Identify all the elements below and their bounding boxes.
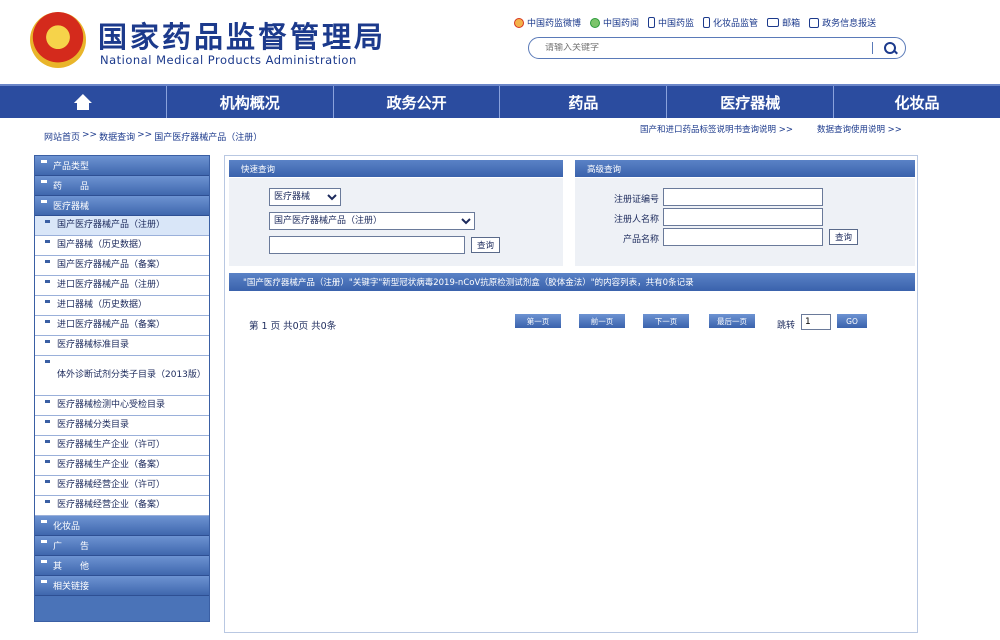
- reg-number-label: 注册证编号: [613, 195, 659, 205]
- next-page-button[interactable]: 下一页: [643, 314, 689, 328]
- nav-home[interactable]: [0, 86, 167, 118]
- phone-icon: [648, 17, 656, 28]
- quick-search-panel: 医疗器械 国产医疗器械产品（注册） 查询: [229, 178, 563, 266]
- sidebar-item-production-filed[interactable]: 医疗器械生产企业（备案）: [35, 456, 209, 476]
- keyword-input[interactable]: [269, 236, 465, 254]
- weibo-icon: [514, 17, 524, 28]
- mail-icon: [767, 18, 780, 27]
- main-nav: 机构概况 政务公开 药品 医疗器械 化妆品: [0, 84, 1000, 118]
- quick-search-header: 快速查询: [229, 160, 563, 177]
- advanced-search-panel: 注册证编号 注册人名称 产品名称 查询: [575, 178, 915, 266]
- crumb-current: 国产医疗器械产品（注册）: [154, 133, 263, 143]
- jump-page-input[interactable]: [801, 314, 831, 330]
- search-icon[interactable]: [883, 41, 897, 55]
- nav-government-affairs[interactable]: 政务公开: [334, 86, 501, 118]
- site-subtitle: National Medical Products Administration: [100, 53, 357, 67]
- label-instructions-link[interactable]: 国产和进口药品标签说明书查询说明 >>: [640, 123, 793, 135]
- reg-number-input[interactable]: [663, 188, 823, 206]
- top-links: 中国药监微博 中国药闻 中国药监 化妆品监管 邮箱 政务信息报送: [514, 16, 876, 29]
- phone-icon: [703, 17, 711, 28]
- breadcrumb: 网站首页 >> 数据查询 >> 国产医疗器械产品（注册）: [44, 130, 263, 143]
- prev-page-button[interactable]: 前一页: [579, 314, 625, 328]
- sidebar-item-import-filed[interactable]: 进口医疗器械产品（备案）: [35, 316, 209, 336]
- search-divider: [872, 42, 873, 54]
- advanced-search-button[interactable]: 查询: [829, 229, 859, 245]
- sidebar-item-standards[interactable]: 医疗器械标准目录: [35, 336, 209, 356]
- pager-status: 第 1 页 共0页 共0条: [249, 321, 337, 332]
- top-link-report[interactable]: 政务信息报送: [809, 16, 876, 29]
- top-link-app[interactable]: 中国药监: [648, 16, 694, 29]
- sidebar-cat-product-type[interactable]: 产品类型: [35, 156, 209, 176]
- nav-institution[interactable]: 机构概况: [167, 86, 334, 118]
- product-name-label: 产品名称: [622, 235, 659, 245]
- top-link-cosmetics-app[interactable]: 化妆品监管: [703, 16, 758, 29]
- registrant-input[interactable]: [663, 208, 823, 226]
- category-select[interactable]: 医疗器械: [269, 188, 341, 206]
- last-page-button[interactable]: 最后一页: [709, 314, 755, 328]
- wechat-icon: [590, 17, 601, 28]
- report-icon: [809, 17, 820, 28]
- sidebar-item-import-history[interactable]: 进口器械（历史数据）: [35, 296, 209, 316]
- quick-search-button[interactable]: 查询: [471, 237, 501, 253]
- sidebar-item-import-registered[interactable]: 进口医疗器械产品（注册）: [35, 276, 209, 296]
- crumb-data-query[interactable]: 数据查询: [99, 130, 135, 143]
- national-emblem-icon: [30, 12, 86, 68]
- sidebar-cat-medical-devices[interactable]: 医疗器械: [35, 196, 209, 216]
- sidebar-item-production-license[interactable]: 医疗器械生产企业（许可）: [35, 436, 209, 456]
- top-link-wechat[interactable]: 中国药闻: [590, 16, 639, 29]
- site-title: 国家药品监督管理局: [98, 20, 387, 54]
- go-button[interactable]: GO: [837, 314, 867, 328]
- product-name-input[interactable]: [663, 228, 823, 246]
- sidebar-item-ivd-catalog[interactable]: 体外诊断试剂分类子目录（2013版）: [35, 356, 209, 396]
- top-link-weibo[interactable]: 中国药监微博: [514, 16, 581, 29]
- product-type-select[interactable]: 国产医疗器械产品（注册）: [269, 212, 475, 230]
- nav-cosmetics[interactable]: 化妆品: [834, 86, 1000, 118]
- sidebar-item-domestic-filed[interactable]: 国产医疗器械产品（备案）: [35, 256, 209, 276]
- result-summary-bar: "国产医疗器械产品（注册）"关键字"新型冠状病毒2019-nCoV抗原检测试剂盒…: [229, 273, 915, 291]
- query-help-link[interactable]: 数据查询使用说明 >>: [817, 123, 902, 135]
- home-icon: [74, 94, 92, 110]
- jump-label: 跳转: [777, 321, 796, 331]
- search-input[interactable]: [545, 43, 865, 53]
- site-search: [528, 37, 906, 59]
- nav-medical-devices[interactable]: 医疗器械: [667, 86, 835, 118]
- crumb-home[interactable]: 网站首页: [44, 130, 80, 143]
- advanced-search-header: 高级查询: [575, 160, 915, 177]
- sidebar-cat-links[interactable]: 相关链接: [35, 576, 209, 596]
- help-links: 国产和进口药品标签说明书查询说明 >> 数据查询使用说明 >>: [640, 123, 902, 135]
- nav-drugs[interactable]: 药品: [500, 86, 668, 118]
- sidebar-item-distribution-filed[interactable]: 医疗器械经营企业（备案）: [35, 496, 209, 516]
- sidebar-item-classification[interactable]: 医疗器械分类目录: [35, 416, 209, 436]
- sidebar-cat-others[interactable]: 其 他: [35, 556, 209, 576]
- sidebar-item-distribution-license[interactable]: 医疗器械经营企业（许可）: [35, 476, 209, 496]
- registrant-label: 注册人名称: [613, 215, 659, 225]
- top-link-mail[interactable]: 邮箱: [767, 16, 800, 29]
- sidebar-cat-cosmetics[interactable]: 化妆品: [35, 516, 209, 536]
- sidebar-item-domestic-history[interactable]: 国产器械（历史数据）: [35, 236, 209, 256]
- sidebar: 产品类型 药 品 医疗器械 国产医疗器械产品（注册） 国产器械（历史数据） 国产…: [34, 155, 210, 622]
- sidebar-item-domestic-registered[interactable]: 国产医疗器械产品（注册）: [35, 216, 209, 236]
- site-header: 国家药品监督管理局 National Medical Products Admi…: [0, 0, 1000, 84]
- sidebar-item-testing-center[interactable]: 医疗器械检测中心受检目录: [35, 396, 209, 416]
- query-content: 快速查询 医疗器械 国产医疗器械产品（注册） 查询 高级查询 注册证编号 注册人…: [224, 155, 918, 633]
- first-page-button[interactable]: 第一页: [515, 314, 561, 328]
- sidebar-cat-drugs[interactable]: 药 品: [35, 176, 209, 196]
- sidebar-cat-ads[interactable]: 广 告: [35, 536, 209, 556]
